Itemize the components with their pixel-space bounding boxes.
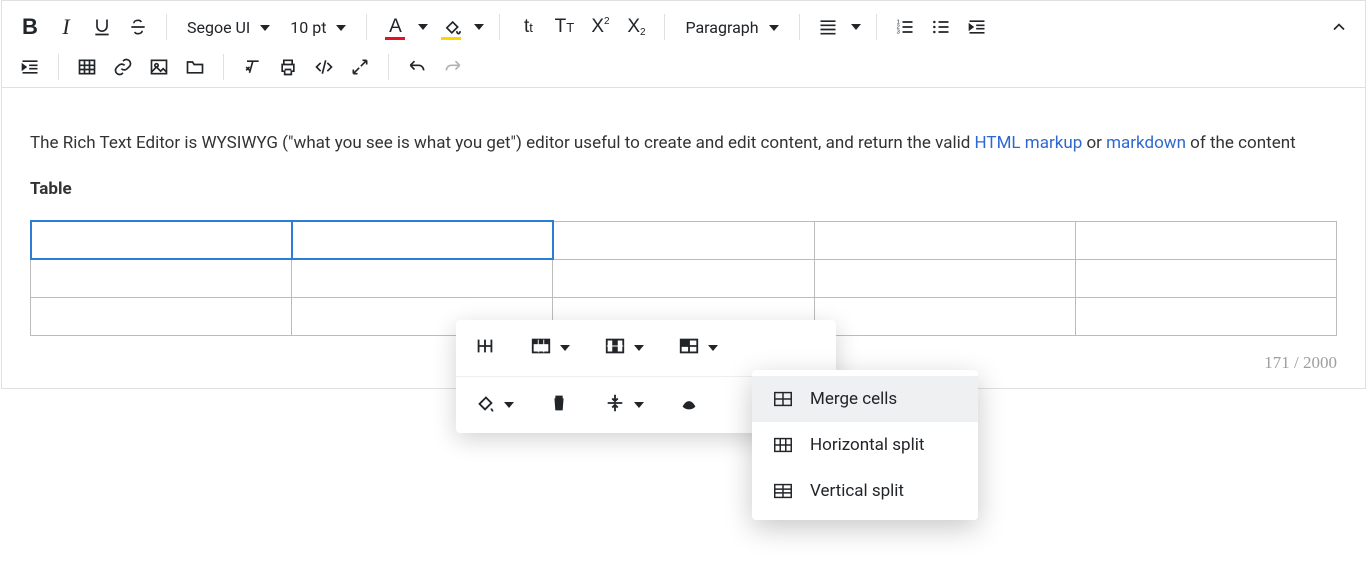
table-cell[interactable] (31, 297, 292, 335)
collapse-toolbar-button[interactable] (1321, 9, 1357, 45)
table-styles-button[interactable] (678, 392, 700, 418)
table-cell[interactable] (553, 221, 814, 259)
font-color-dropdown[interactable] (413, 9, 433, 45)
superscript-button[interactable]: X2 (582, 9, 618, 45)
character-counter: 171 / 2000 (1264, 349, 1337, 378)
undo-button[interactable] (399, 49, 435, 85)
table-columns-button[interactable] (604, 330, 644, 366)
file-browser-button[interactable] (177, 49, 213, 85)
image-button[interactable] (141, 49, 177, 85)
table-cell[interactable] (292, 259, 553, 297)
trash-icon (548, 392, 570, 418)
font-color-swatch (385, 37, 405, 40)
highlight-color-swatch (441, 37, 461, 40)
caret-down-icon (634, 330, 644, 366)
merge-cells-label: Merge cells (810, 389, 897, 409)
underline-button[interactable] (84, 9, 120, 45)
table-cell[interactable] (553, 259, 814, 297)
table-cell[interactable] (31, 259, 292, 297)
table-cell[interactable] (814, 221, 1075, 259)
link-button[interactable] (105, 49, 141, 85)
subscript-button[interactable]: X2 (618, 9, 654, 45)
horizontal-split-item[interactable]: Horizontal split (752, 422, 978, 468)
vertical-align-icon (604, 392, 626, 418)
font-size-dropdown[interactable]: 10 pt (280, 9, 356, 45)
align-button[interactable] (810, 9, 846, 45)
clear-format-button[interactable] (234, 49, 270, 85)
strikethrough-button[interactable] (120, 9, 156, 45)
highlight-color-button[interactable] (433, 9, 469, 45)
table-cell[interactable] (814, 259, 1075, 297)
html-markup-link[interactable]: HTML markup (975, 133, 1083, 153)
table-heading: Table (30, 179, 72, 199)
horizontal-split-label: Horizontal split (810, 435, 924, 455)
table-header-icon (474, 335, 496, 361)
rich-text-editor: B I Segoe UI 10 pt A (1, 0, 1366, 389)
font-family-label: Segoe UI (187, 18, 250, 37)
toolbar: B I Segoe UI 10 pt A (2, 1, 1365, 88)
font-color-button[interactable]: A (377, 9, 413, 45)
redo-button[interactable] (435, 49, 471, 85)
font-size-label: 10 pt (290, 18, 326, 37)
paragraph-format-dropdown[interactable]: Paragraph (675, 9, 788, 45)
paint-bucket-icon (474, 392, 496, 418)
table-remove-button[interactable] (548, 392, 570, 418)
intro-paragraph: The Rich Text Editor is WYSIWYG ("what y… (30, 129, 1337, 158)
table-background-button[interactable] (474, 387, 514, 423)
outdent-button[interactable] (959, 9, 995, 45)
merge-cells-icon (772, 388, 794, 410)
table-rows-button[interactable] (530, 330, 570, 366)
table-cell[interactable] (1075, 259, 1336, 297)
sample-table[interactable] (30, 221, 1337, 336)
caret-down-icon (560, 330, 570, 366)
caret-down-icon (634, 387, 644, 423)
vertical-split-label: Vertical split (810, 481, 904, 501)
numbered-list-button[interactable]: 123 (887, 9, 923, 45)
paint-bucket-icon (441, 17, 461, 37)
bullet-list-button[interactable] (923, 9, 959, 45)
caret-down-icon (504, 387, 514, 423)
horizontal-split-icon (772, 434, 794, 456)
caret-down-icon (769, 18, 779, 37)
uppercase-button[interactable]: TT (546, 9, 582, 45)
print-button[interactable] (270, 49, 306, 85)
table-cell[interactable] (1075, 221, 1336, 259)
italic-button[interactable]: I (48, 9, 84, 45)
table-cell-icon (678, 335, 700, 361)
vertical-split-icon (772, 480, 794, 502)
lowercase-button[interactable]: tt (510, 9, 546, 45)
align-dropdown[interactable] (846, 9, 866, 45)
table-button[interactable] (69, 49, 105, 85)
table-rows-icon (530, 335, 552, 361)
styles-icon (678, 392, 700, 418)
merge-cells-item[interactable]: Merge cells (752, 376, 978, 422)
caret-down-icon (336, 18, 346, 37)
table-cell[interactable] (1075, 297, 1336, 335)
vertical-split-item[interactable]: Vertical split (752, 468, 978, 514)
font-family-dropdown[interactable]: Segoe UI (177, 9, 280, 45)
table-columns-icon (604, 335, 626, 361)
bold-button[interactable]: B (12, 9, 48, 45)
table-valign-button[interactable] (604, 387, 644, 423)
svg-text:3: 3 (896, 30, 899, 36)
table-cell[interactable] (814, 297, 1075, 335)
indent-button[interactable] (12, 49, 48, 85)
table-cell[interactable] (31, 221, 292, 259)
paragraph-format-label: Paragraph (685, 18, 758, 37)
code-view-button[interactable] (306, 49, 342, 85)
table-header-button[interactable] (474, 335, 496, 361)
highlight-color-dropdown[interactable] (469, 9, 489, 45)
caret-down-icon (260, 18, 270, 37)
cell-menu-popup: Merge cells Horizontal split Vertical sp… (752, 370, 978, 520)
markdown-link[interactable]: markdown (1106, 133, 1186, 153)
table-cell-button[interactable] (678, 330, 718, 366)
fullscreen-button[interactable] (342, 49, 378, 85)
caret-down-icon (708, 330, 718, 366)
table-cell[interactable] (292, 221, 553, 259)
